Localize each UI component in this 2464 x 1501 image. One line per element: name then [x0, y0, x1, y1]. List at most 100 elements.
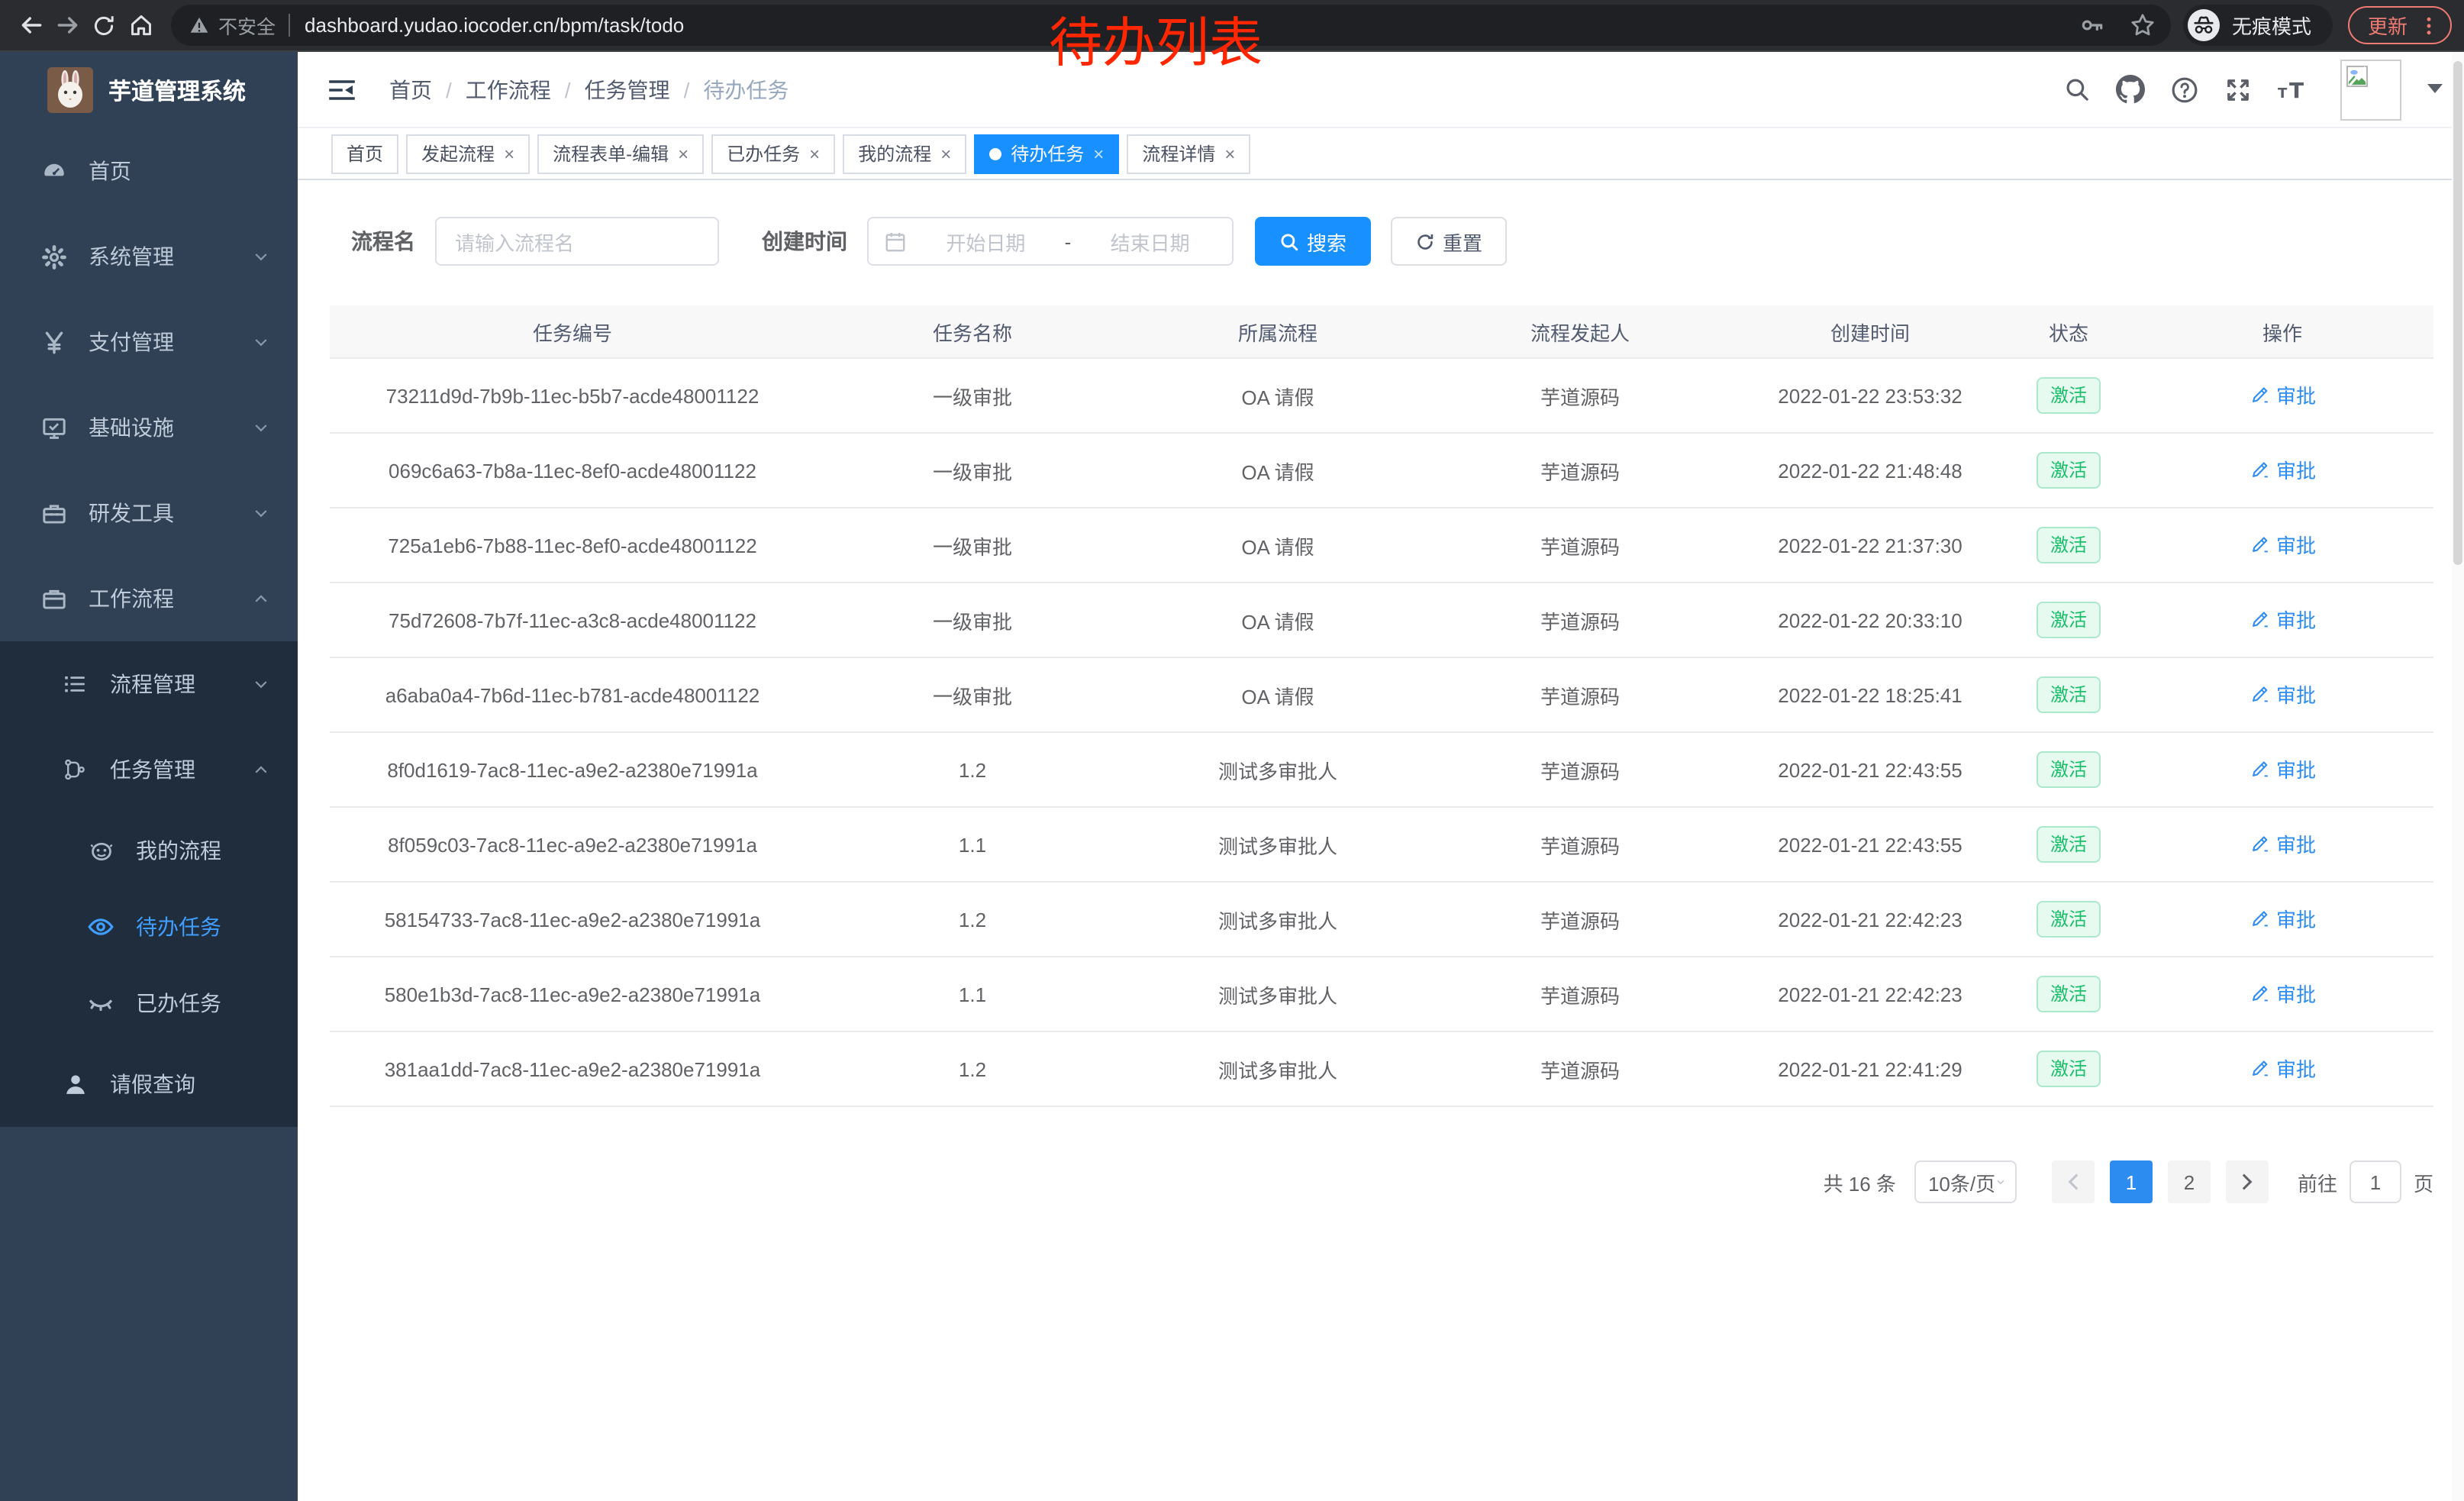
- breadcrumb-workflow[interactable]: 工作流程: [466, 74, 551, 105]
- sidebar-item-home[interactable]: 首页: [0, 128, 298, 214]
- fullscreen-icon[interactable]: [2224, 76, 2252, 103]
- password-key-icon[interactable]: [2079, 12, 2105, 38]
- approve-link[interactable]: 审批: [2249, 456, 2316, 485]
- approve-label: 审批: [2276, 456, 2316, 485]
- tab-label: 流程表单-编辑: [553, 140, 669, 166]
- security-label[interactable]: 不安全: [218, 11, 276, 40]
- github-icon[interactable]: [2116, 75, 2145, 104]
- tab-item-3[interactable]: 已办任务 ×: [711, 134, 835, 173]
- cell-status: 激活: [2006, 508, 2131, 583]
- tab-item-0[interactable]: 首页: [331, 134, 398, 173]
- approve-link[interactable]: 审批: [2249, 1054, 2316, 1083]
- prev-page-button[interactable]: [2052, 1160, 2095, 1203]
- tab-item-4[interactable]: 我的流程×: [843, 134, 966, 173]
- approve-link[interactable]: 审批: [2249, 905, 2316, 934]
- approve-link[interactable]: 审批: [2249, 680, 2316, 709]
- breadcrumb-task-mgmt[interactable]: 任务管理: [585, 74, 670, 105]
- reset-button[interactable]: 重置: [1391, 217, 1507, 266]
- tab-close-icon[interactable]: ×: [940, 144, 951, 163]
- process-name-label: 流程名: [351, 226, 415, 257]
- sidebar-item-system[interactable]: 系统管理: [0, 214, 298, 299]
- tab-item-1[interactable]: 发起流程×: [406, 134, 530, 173]
- approve-link[interactable]: 审批: [2249, 980, 2316, 1009]
- next-page-button[interactable]: [2226, 1160, 2269, 1203]
- table-row: 8f0d1619-7ac8-11ec-a9e2-a2380e71991a1.2测…: [330, 732, 2433, 807]
- cell-process: OA 请假: [1130, 358, 1426, 433]
- avatar[interactable]: [2340, 59, 2401, 120]
- update-button[interactable]: 更新: [2348, 6, 2452, 44]
- sidebar-item-my-process[interactable]: 我的流程: [0, 812, 298, 889]
- tab-close-icon[interactable]: ×: [809, 144, 820, 163]
- goto-page-input[interactable]: [2350, 1160, 2401, 1203]
- chevron-down-icon: [252, 333, 270, 351]
- cell-created-time: 2022-01-22 20:33:10: [1734, 583, 2006, 657]
- cell-process: 测试多审批人: [1130, 957, 1426, 1031]
- forward-icon[interactable]: [50, 8, 84, 42]
- sidebar-item-infra[interactable]: 基础设施: [0, 385, 298, 470]
- approve-link[interactable]: 审批: [2249, 605, 2316, 634]
- column-header: 状态: [2006, 305, 2131, 358]
- reload-icon[interactable]: [87, 8, 121, 42]
- back-icon[interactable]: [14, 8, 47, 42]
- home-icon[interactable]: [124, 8, 157, 42]
- sidebar-item-payment[interactable]: 支付管理: [0, 299, 298, 385]
- app-logo[interactable]: 芋道管理系统: [0, 52, 298, 128]
- status-badge: 激活: [2037, 676, 2101, 714]
- sidebar-item-task-mgmt[interactable]: 任务管理: [0, 727, 298, 812]
- url-bar[interactable]: 不安全 dashboard.yudao.iocoder.cn/bpm/task/…: [171, 5, 2171, 46]
- approve-link[interactable]: 审批: [2249, 830, 2316, 859]
- approve-link[interactable]: 审批: [2249, 755, 2316, 784]
- scrollbar-thumb[interactable]: [2453, 61, 2462, 565]
- calendar-icon: [884, 230, 907, 253]
- sidebar-item-workflow[interactable]: 工作流程: [0, 556, 298, 641]
- sidebar-item-devtools[interactable]: 研发工具: [0, 470, 298, 556]
- not-secure-warning-icon: [189, 15, 209, 35]
- font-size-icon[interactable]: TT: [2278, 76, 2308, 103]
- tab-close-icon[interactable]: ×: [678, 144, 689, 163]
- tab-close-icon[interactable]: ×: [504, 144, 514, 163]
- cell-starter: 芋道源码: [1426, 1031, 1734, 1106]
- user-menu-caret-icon[interactable]: [2427, 84, 2443, 95]
- tab-close-icon[interactable]: ×: [1093, 144, 1104, 163]
- url-text[interactable]: dashboard.yudao.iocoder.cn/bpm/task/todo: [305, 14, 684, 37]
- toolbox-icon: [40, 500, 67, 526]
- approve-link[interactable]: 审批: [2249, 531, 2316, 560]
- sidebar-item-leave-query[interactable]: 请假查询: [0, 1041, 298, 1127]
- sidebar-fold-icon[interactable]: [328, 77, 356, 102]
- date-range-input[interactable]: 开始日期 - 结束日期: [867, 217, 1234, 266]
- cell-status: 激活: [2006, 583, 2131, 657]
- page-suffix-label: 页: [2414, 1167, 2433, 1196]
- page-button-2[interactable]: 2: [2168, 1160, 2211, 1203]
- browser-scrollbar[interactable]: [2452, 52, 2464, 1501]
- sidebar-item-process-mgmt[interactable]: 流程管理: [0, 641, 298, 727]
- approve-label: 审批: [2276, 531, 2316, 560]
- bookmark-star-icon[interactable]: [2130, 12, 2156, 38]
- page-size-select[interactable]: 10条/页: [1914, 1160, 2017, 1203]
- sidebar-item-done-tasks[interactable]: 已办任务: [0, 965, 298, 1041]
- cell-created-time: 2022-01-21 22:42:23: [1734, 882, 2006, 957]
- tab-close-icon[interactable]: ×: [1224, 144, 1235, 163]
- page-button-1[interactable]: 1: [2110, 1160, 2153, 1203]
- cell-status: 激活: [2006, 358, 2131, 433]
- update-label[interactable]: 更新: [2368, 11, 2408, 40]
- approve-link[interactable]: 审批: [2249, 381, 2316, 410]
- tab-label: 待办任务: [1011, 140, 1084, 166]
- help-icon[interactable]: [2171, 76, 2198, 103]
- search-icon[interactable]: [2064, 76, 2090, 102]
- search-button[interactable]: 搜索: [1255, 217, 1371, 266]
- workflow-submenu: 流程管理 任务管理 我的流程 待办任务 已办: [0, 641, 298, 1127]
- cell-action: 审批: [2131, 583, 2433, 657]
- breadcrumb-home[interactable]: 首页: [389, 74, 432, 105]
- breadcrumb: 首页 / 工作流程 / 任务管理 / 待办任务: [389, 74, 789, 105]
- sidebar-item-todo-tasks[interactable]: 待办任务: [0, 889, 298, 965]
- table-row: 381aa1dd-7ac8-11ec-a9e2-a2380e71991a1.2测…: [330, 1031, 2433, 1106]
- tab-item-2[interactable]: 流程表单-编辑 ×: [537, 134, 704, 173]
- process-name-input[interactable]: 请输入流程名: [435, 217, 719, 266]
- chevron-down-icon: [1995, 1174, 2006, 1190]
- tab-item-6[interactable]: 流程详情×: [1127, 134, 1250, 173]
- tab-item-5[interactable]: 待办任务 ×: [974, 134, 1119, 173]
- tab-label: 已办任务: [727, 140, 800, 166]
- browser-menu-icon[interactable]: [2418, 15, 2440, 36]
- tab-label: 首页: [347, 140, 383, 166]
- cell-created-time: 2022-01-22 23:53:32: [1734, 358, 2006, 433]
